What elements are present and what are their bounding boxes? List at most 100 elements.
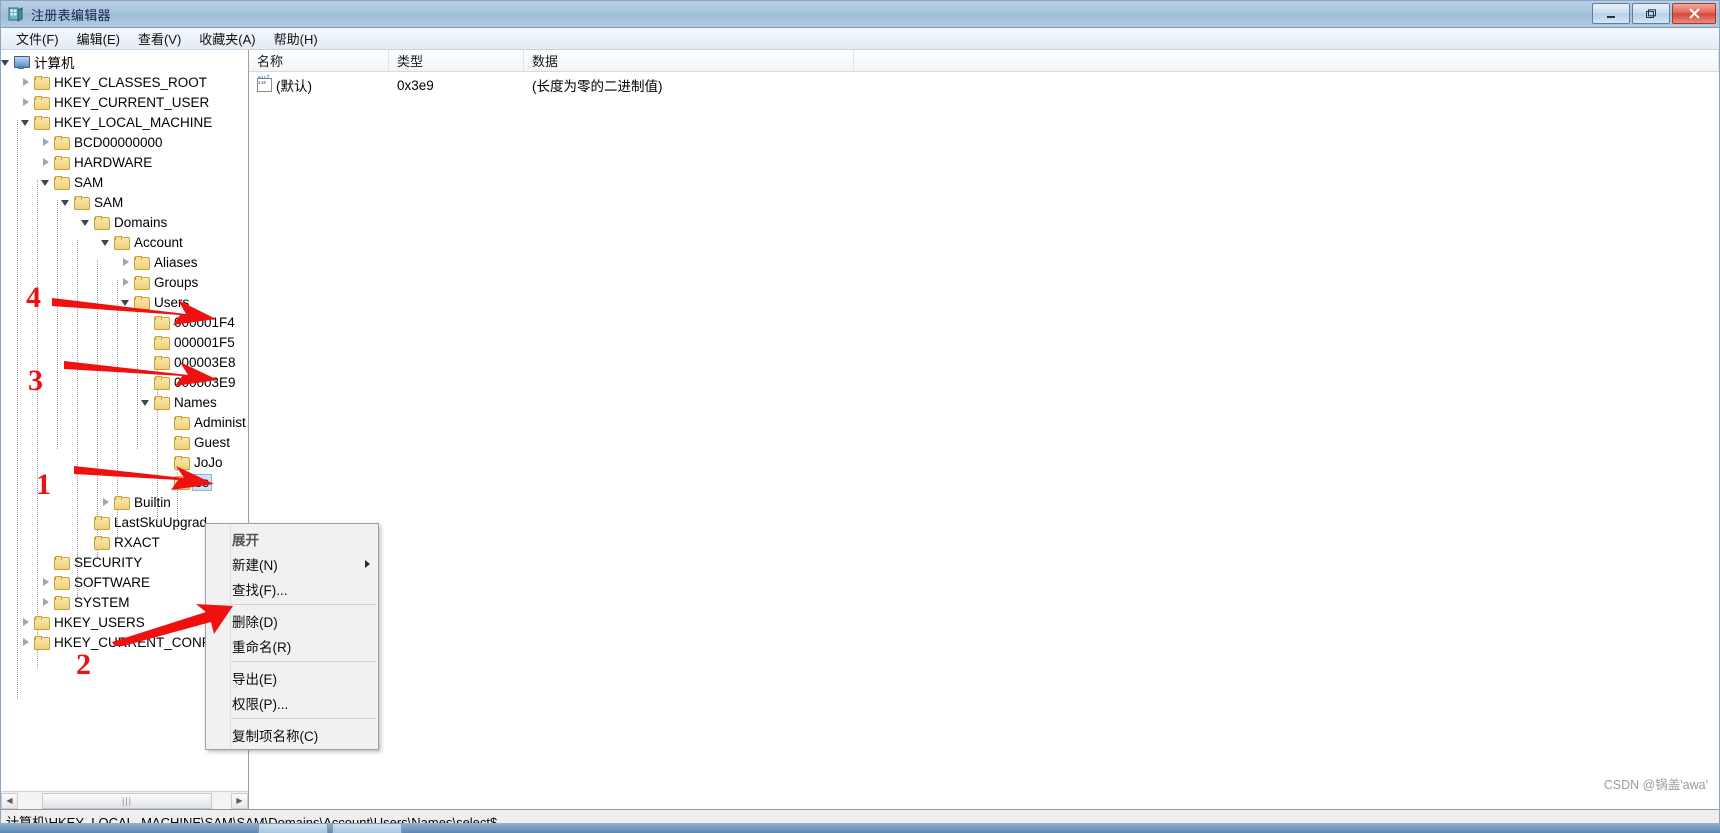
chevron-right-icon[interactable] [41, 597, 52, 608]
tree-node-label: BCD00000000 [74, 134, 163, 150]
scrollbar-thumb[interactable]: ||| [42, 792, 212, 809]
column-type[interactable]: 类型 [389, 50, 524, 71]
tree-node[interactable]: Domains [1, 212, 248, 232]
chevron-right-icon[interactable] [121, 257, 132, 268]
context-menu-label: 权限(P)... [232, 696, 289, 712]
context-menu-label: 展开 [232, 532, 259, 548]
ctx-copy-key-name[interactable]: 复制项名称(C) [206, 722, 378, 747]
tree-node-label: HKEY_CLASSES_ROOT [54, 74, 208, 90]
binary-value-icon [257, 77, 272, 92]
folder-icon [54, 135, 70, 150]
chevron-right-icon[interactable] [21, 77, 32, 88]
folder-icon [34, 635, 50, 650]
chevron-down-icon[interactable] [41, 177, 52, 188]
ctx-new[interactable]: 新建(N) [206, 551, 378, 576]
folder-icon [54, 555, 70, 570]
tree-node-label: HKEY_CURRENT_USER [54, 94, 210, 110]
minimize-button[interactable] [1592, 3, 1630, 24]
menu-bar: 文件(F) 编辑(E) 查看(V) 收藏夹(A) 帮助(H) [1, 28, 1719, 50]
chevron-right-icon[interactable] [41, 137, 52, 148]
chevron-down-icon[interactable] [61, 197, 72, 208]
chevron-right-icon[interactable] [101, 497, 112, 508]
folder-icon [74, 195, 90, 210]
maximize-button[interactable] [1632, 3, 1670, 24]
scroll-left-icon[interactable]: ◀ [1, 792, 18, 809]
taskbar-item-1[interactable] [258, 823, 328, 833]
tree-node[interactable]: HKEY_CURRENT_USER [1, 92, 248, 112]
tree-node-label: LastSkuUpgrad [114, 514, 208, 530]
tree-node-label: Account [134, 234, 183, 250]
menu-edit[interactable]: 编辑(E) [68, 27, 129, 50]
tree-node[interactable]: Administ [1, 412, 248, 432]
tree-node-label: HARDWARE [74, 154, 153, 170]
tree-node-label: RXACT [114, 534, 160, 550]
folder-icon [54, 595, 70, 610]
tree-node-label: SAM [74, 174, 104, 190]
chevron-down-icon[interactable] [101, 237, 112, 248]
ctx-permissions[interactable]: 权限(P)... [206, 690, 378, 715]
folder-icon [54, 175, 70, 190]
chevron-right-icon[interactable] [41, 577, 52, 588]
chevron-down-icon[interactable] [21, 117, 32, 128]
chevron-down-icon[interactable] [141, 397, 152, 408]
column-data[interactable]: 数据 [524, 50, 854, 71]
context-menu-label: 查找(F)... [232, 582, 288, 598]
folder-icon [94, 535, 110, 550]
tree-node[interactable]: HKEY_LOCAL_MACHINE [1, 112, 248, 132]
folder-icon [174, 435, 190, 450]
list-header: 名称 类型 数据 [249, 50, 1719, 72]
ctx-export[interactable]: 导出(E) [206, 665, 378, 690]
tree-node[interactable]: Account [1, 232, 248, 252]
tree-node-label: HKEY_LOCAL_MACHINE [54, 114, 213, 130]
chevron-right-icon[interactable] [21, 97, 32, 108]
folder-icon [54, 575, 70, 590]
close-button[interactable] [1672, 3, 1716, 24]
folder-icon [154, 395, 170, 410]
context-menu-label: 新建(N) [232, 557, 278, 573]
tree-node-label: Domains [114, 214, 168, 230]
ctx-expand[interactable]: 展开 [206, 526, 378, 551]
taskbar [0, 823, 1720, 833]
tree-node[interactable]: SAM [1, 172, 248, 192]
folder-icon [34, 95, 50, 110]
tree-node[interactable]: Aliases [1, 252, 248, 272]
scroll-right-icon[interactable]: ▶ [231, 792, 248, 809]
tree-node[interactable]: SAM [1, 192, 248, 212]
chevron-down-icon[interactable] [81, 217, 92, 228]
tree-node[interactable]: BCD00000000 [1, 132, 248, 152]
list-row[interactable]: (默认) 0x3e9 (长度为零的二进制值) [249, 72, 1719, 96]
chevron-right-icon[interactable] [21, 637, 32, 648]
tree-horizontal-scrollbar[interactable]: ◀ ||| ▶ [1, 791, 248, 809]
tree-node[interactable]: HKEY_CLASSES_ROOT [1, 72, 248, 92]
submenu-arrow-icon [365, 560, 370, 568]
column-name[interactable]: 名称 [249, 50, 389, 71]
menu-help[interactable]: 帮助(H) [265, 27, 327, 50]
chevron-right-icon[interactable] [21, 617, 32, 628]
tree-node[interactable]: HARDWARE [1, 152, 248, 172]
folder-icon [134, 275, 150, 290]
chevron-down-icon[interactable] [1, 57, 12, 68]
chevron-right-icon[interactable] [41, 157, 52, 168]
context-menu-separator [208, 718, 376, 719]
tree-node[interactable]: 计算机 [1, 52, 248, 72]
tree-node[interactable]: Guest [1, 432, 248, 452]
tree-node-label: SECURITY [74, 554, 143, 570]
menu-favorites[interactable]: 收藏夹(A) [190, 27, 264, 50]
main-content: 计算机 HKEY_CLASSES_ROOT HKEY_CURRENT_USER HKE… [1, 50, 1719, 809]
tree-node[interactable]: 000001F5 [1, 332, 248, 352]
folder-icon [154, 335, 170, 350]
list-body[interactable]: (默认) 0x3e9 (长度为零的二进制值) [249, 72, 1719, 96]
folder-icon [34, 115, 50, 130]
cell-type: 0x3e9 [397, 77, 434, 93]
folder-icon [114, 495, 130, 510]
taskbar-item-2[interactable] [332, 823, 402, 833]
menu-view[interactable]: 查看(V) [129, 27, 190, 50]
menu-file[interactable]: 文件(F) [7, 27, 68, 50]
context-menu-label: 复制项名称(C) [232, 728, 319, 744]
folder-icon [34, 615, 50, 630]
scrollbar-track[interactable]: ||| [18, 792, 231, 809]
chevron-right-icon[interactable] [121, 277, 132, 288]
annotation-arrow-2 [112, 604, 233, 646]
